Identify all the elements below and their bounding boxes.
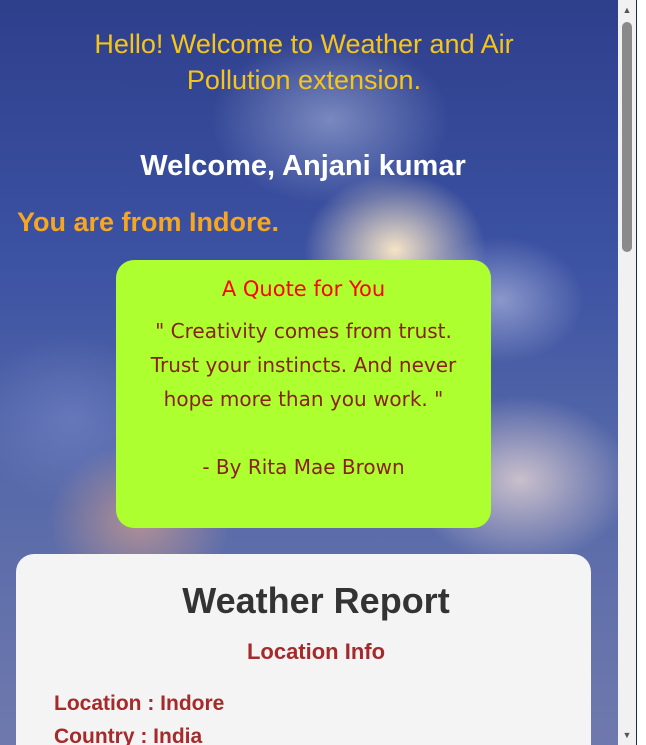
country-row: Country : India (54, 725, 203, 745)
greeting-heading: Hello! Welcome to Weather and Air Pollut… (94, 29, 514, 95)
user-location-line: You are from Indore. (17, 207, 280, 237)
location-info-heading: Location Info (246, 639, 386, 664)
vertical-scrollbar[interactable]: ▲ ▼ (618, 0, 636, 745)
quote-author: - By Rita Mae Brown (202, 455, 405, 479)
scroll-thumb[interactable] (622, 22, 632, 252)
chevron-down-icon[interactable]: ▼ (618, 727, 636, 743)
location-row: Location : Indore (54, 692, 225, 715)
quote-title: A Quote for You (221, 277, 386, 301)
quote-card: A Quote for You " Creativity comes from … (116, 260, 491, 528)
window-edge (636, 0, 646, 745)
quote-text: " Creativity comes from trust. Trust you… (150, 319, 457, 411)
weather-report-title: Weather Report (182, 580, 450, 621)
chevron-up-icon[interactable]: ▲ (618, 2, 636, 18)
weather-report-card: Weather Report Location Info Location : … (16, 554, 591, 745)
welcome-user: Welcome, Anjani kumar (140, 150, 466, 182)
extension-popup: Hello! Welcome to Weather and Air Pollut… (0, 0, 618, 745)
